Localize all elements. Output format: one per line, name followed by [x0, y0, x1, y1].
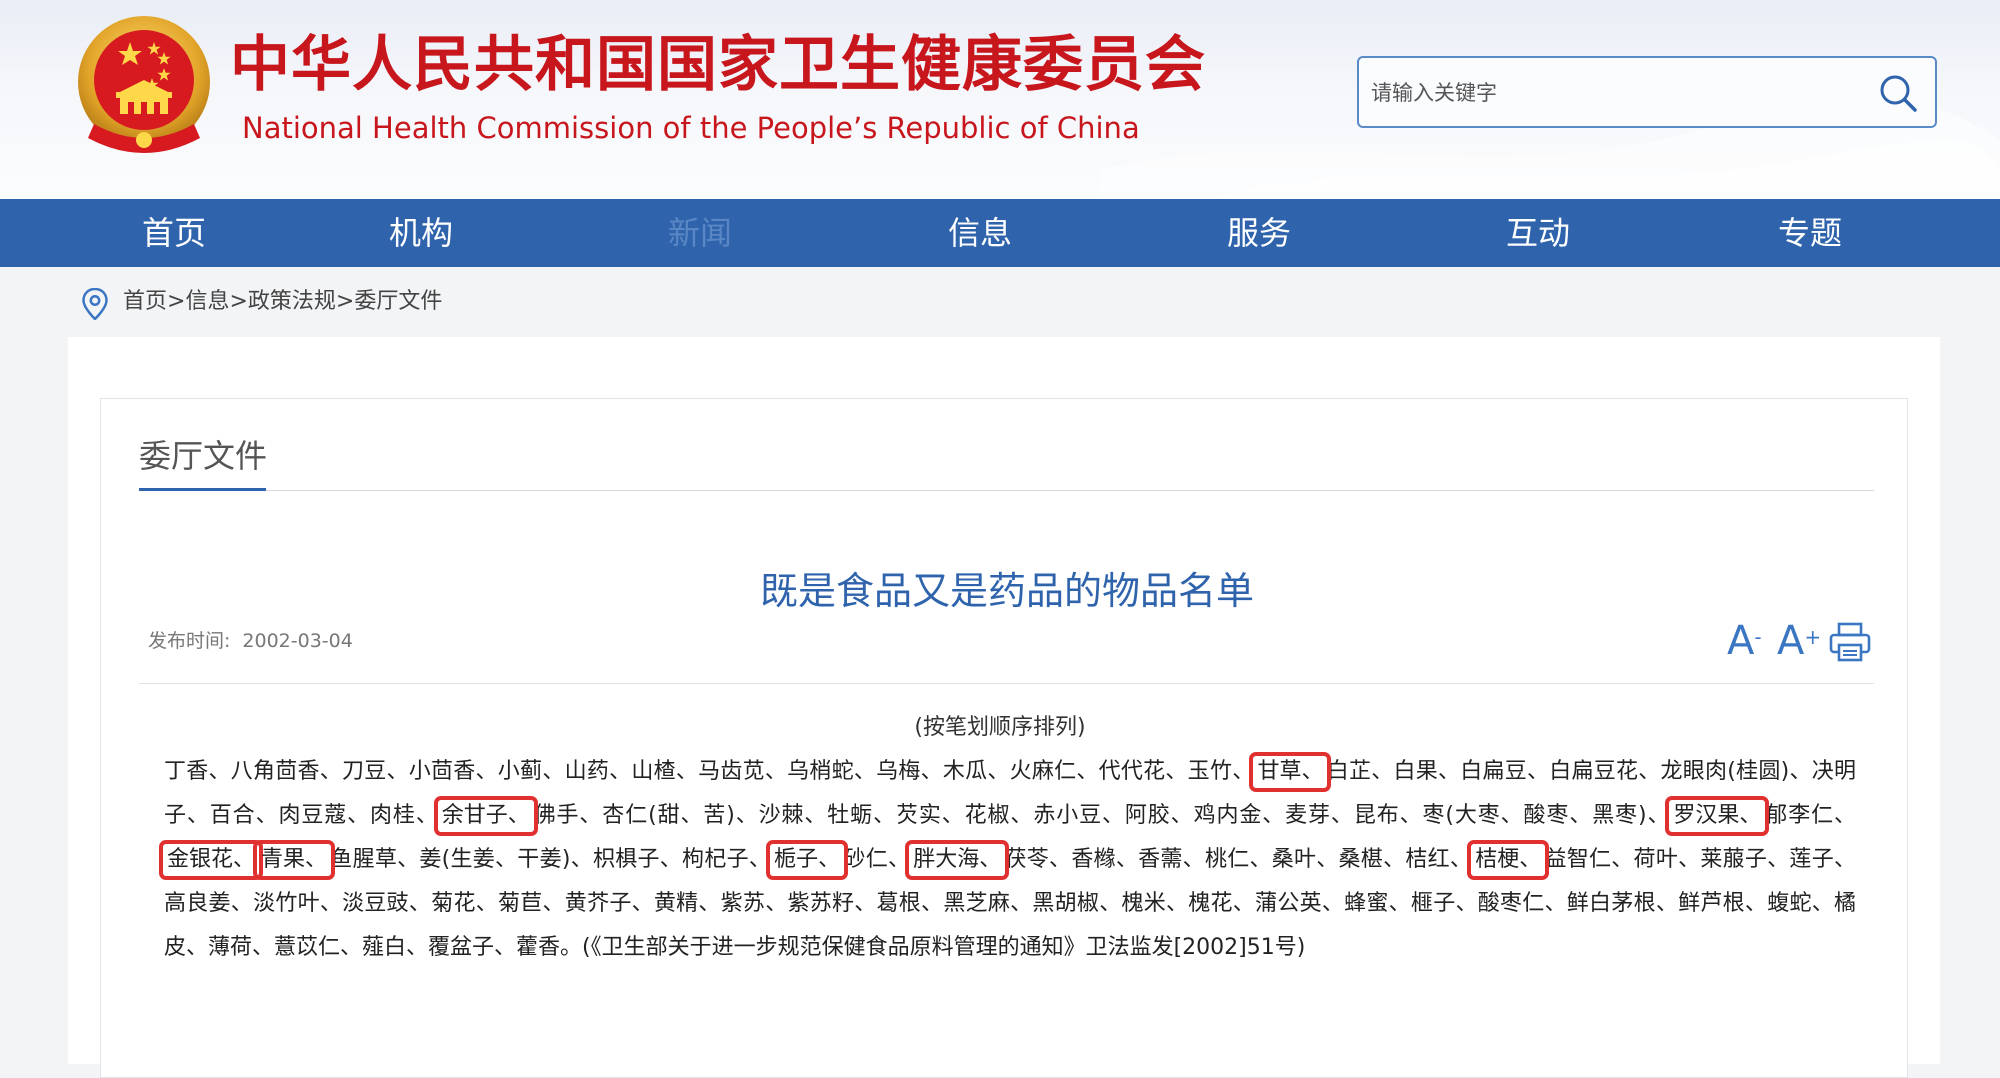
font-increase-label: A: [1777, 618, 1805, 664]
font-increase-button[interactable]: A+: [1777, 618, 1821, 664]
publish-date-label: 发布时间:: [148, 630, 231, 652]
publish-date-value: 2002-03-04: [242, 630, 353, 652]
search-input[interactable]: [1369, 58, 1853, 128]
site-title-english[interactable]: National Health Commission of the People…: [242, 108, 1140, 148]
printer-icon[interactable]: [1828, 620, 1872, 664]
breadcrumb-information[interactable]: 信息: [185, 289, 229, 314]
nav-item-home[interactable]: 首页: [142, 199, 206, 267]
meta-divider: [139, 683, 1874, 684]
body-text-segment: 鱼腥草、姜(生姜、干姜)、枳椇子、枸杞子、: [330, 847, 772, 872]
search-icon[interactable]: [1875, 70, 1921, 116]
section-divider: [139, 490, 1874, 491]
highlighted-item: 余甘子、: [433, 796, 538, 836]
article-subtitle: (按笔划顺序排列): [914, 715, 1086, 740]
body-text-segment: 砂仁、: [843, 847, 911, 872]
nav-item-news[interactable]: 新闻: [668, 199, 732, 267]
article-body: 丁香、八角茴香、刀豆、小茴香、小蓟、山药、山楂、马齿苋、乌梢蛇、乌梅、木瓜、火麻…: [159, 750, 1856, 970]
breadcrumb-separator: >: [229, 289, 248, 314]
nav-item-interaction[interactable]: 互动: [1506, 199, 1570, 267]
nav-item-information[interactable]: 信息: [948, 199, 1012, 267]
site-header: 中华人民共和国国家卫生健康委员会 National Health Commiss…: [0, 0, 2000, 199]
font-decrease-sign: -: [1754, 625, 1762, 649]
body-text-segment: 郁李仁、: [1764, 803, 1856, 828]
nav-item-topics[interactable]: 专题: [1778, 199, 1842, 267]
highlighted-item: 栀子、: [766, 840, 849, 880]
body-text-segment: 丁香、八角茴香、刀豆、小茴香、小蓟、山药、山楂、马齿苋、乌梢蛇、乌梅、木瓜、火麻…: [164, 759, 1255, 784]
breadcrumb-separator: >: [167, 289, 186, 314]
breadcrumb-home[interactable]: 首页: [123, 289, 167, 314]
font-decrease-button[interactable]: A-: [1727, 618, 1762, 664]
highlighted-item: 桔梗、: [1467, 840, 1550, 880]
font-increase-sign: +: [1804, 625, 1822, 649]
main-nav: 首页 机构 新闻 信息 服务 互动 专题: [0, 199, 2000, 267]
section-title: 委厅文件: [139, 437, 268, 475]
highlighted-item: 青果、: [253, 840, 336, 880]
font-decrease-label: A: [1727, 618, 1755, 664]
body-text-segment: 佛手、杏仁(甜、苦)、沙棘、牡蛎、芡实、花椒、赤小豆、阿胶、鸡内金、麦芽、昆布、…: [532, 803, 1671, 828]
nav-item-organization[interactable]: 机构: [389, 199, 453, 267]
breadcrumb-bar: 首页>信息>政策法规>委厅文件: [0, 267, 2000, 337]
highlighted-item: 金银花、: [159, 840, 264, 880]
article-title: 既是食品又是药品的物品名单: [759, 569, 1254, 614]
highlighted-item: 甘草、: [1249, 752, 1332, 792]
publish-date: 发布时间: 2002-03-04: [148, 626, 353, 656]
breadcrumb-separator: >: [335, 289, 355, 314]
breadcrumb-current[interactable]: 委厅文件: [354, 289, 442, 314]
location-pin-icon: [82, 288, 108, 320]
breadcrumb-policies[interactable]: 政策法规: [248, 289, 336, 314]
body-text-segment: 茯苓、香橼、香薷、桃仁、桑叶、桑椹、桔红、: [1004, 847, 1473, 872]
breadcrumb: 首页>信息>政策法规>委厅文件: [123, 287, 442, 317]
highlighted-item: 罗汉果、: [1665, 796, 1770, 836]
search-box: [1357, 56, 1937, 128]
site-title-chinese[interactable]: 中华人民共和国国家卫生健康委员会: [230, 30, 1206, 100]
nav-item-services[interactable]: 服务: [1227, 199, 1291, 267]
section-title-underline: [139, 488, 266, 491]
highlighted-item: 胖大海、: [905, 840, 1010, 880]
national-emblem-icon[interactable]: [74, 12, 214, 162]
